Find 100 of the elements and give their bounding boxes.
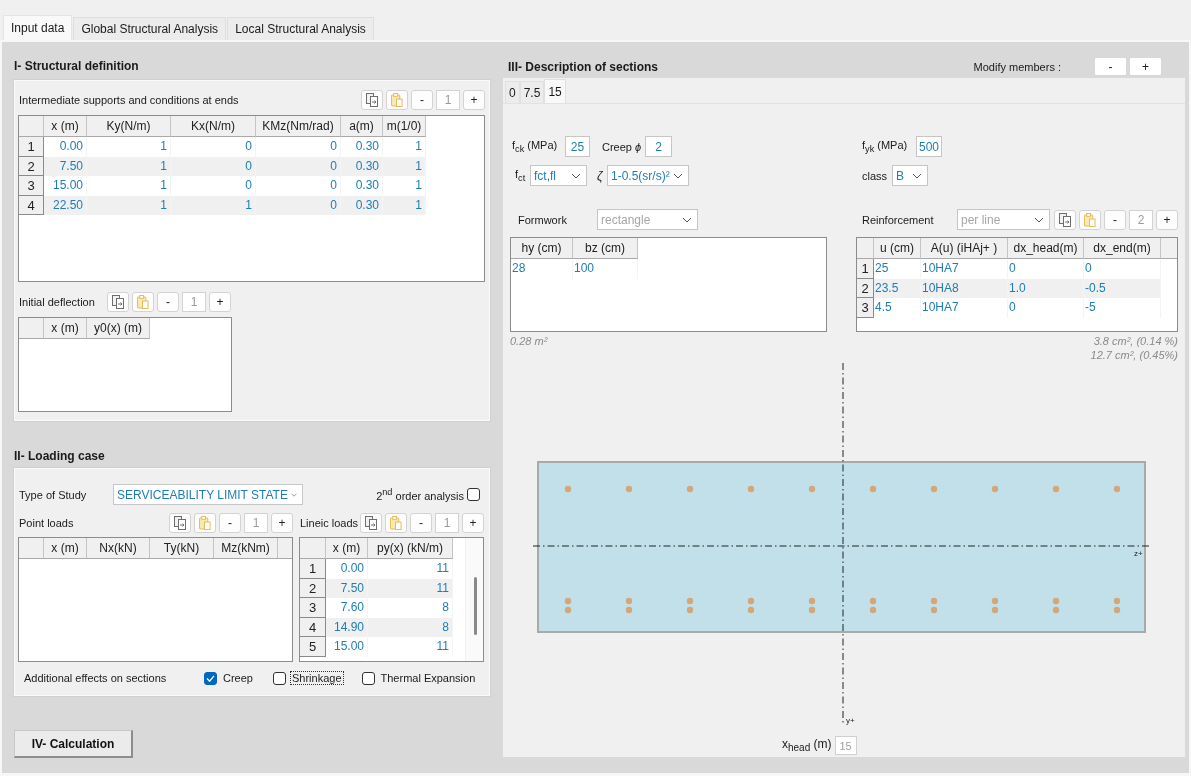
decrement-button[interactable]: -	[410, 513, 432, 533]
tab[interactable]: 0	[505, 81, 520, 103]
checkbox[interactable]	[272, 671, 286, 685]
checkbox-label: Thermal Expansion	[379, 671, 477, 685]
copy-button[interactable]	[361, 90, 383, 110]
increment-button[interactable]: +	[462, 513, 484, 533]
dropdown[interactable]: fct,fl	[530, 165, 587, 186]
checkbox[interactable]	[467, 488, 480, 501]
decrement-button[interactable]: -	[157, 292, 179, 312]
decrement-button[interactable]: -	[1104, 209, 1126, 230]
field-label: Type of Study	[18, 488, 88, 501]
copy-button[interactable]	[169, 513, 191, 533]
table-label: Intermediate supports and conditions at ends	[18, 94, 240, 106]
steel-area-note: 3.8 cm², (0.14 %)	[1093, 334, 1178, 348]
tab[interactable]: 15	[544, 79, 566, 103]
increment-button[interactable]: +	[463, 90, 485, 110]
field-label: Reinforcement	[862, 213, 935, 226]
checkbox[interactable]	[204, 671, 217, 685]
copy-button[interactable]	[1054, 209, 1076, 230]
field-label: f$_{ct}$	[514, 167, 527, 184]
clipboard-icon	[137, 295, 149, 309]
table-cell: 1.0	[1008, 278, 1084, 298]
dropdown[interactable]: B	[892, 165, 928, 186]
add-member-button[interactable]: +	[1129, 57, 1162, 76]
table-cell: 0	[256, 156, 341, 176]
check-icon	[206, 674, 215, 682]
table-cell: 25	[874, 259, 921, 279]
table-cell: 0.30	[341, 195, 383, 215]
table-cell: 23.5	[874, 278, 921, 298]
tab[interactable]: Input data	[3, 15, 73, 40]
table-corner	[19, 538, 44, 559]
row-header: 5	[300, 637, 326, 657]
column-header: bz (cm)	[573, 238, 638, 259]
input-field[interactable]: 500	[916, 136, 942, 157]
tab[interactable]: Global Structural Analysis	[73, 17, 227, 40]
table-corner	[19, 116, 44, 137]
table-cell: 4.5	[874, 298, 921, 318]
table-cell: 1	[383, 156, 426, 176]
increment-button[interactable]: +	[271, 513, 293, 533]
checkbox-label: Creep	[222, 671, 254, 685]
field-label: f$_{yk}$ (MPa)	[862, 138, 909, 155]
table-cell: 0.30	[341, 156, 383, 176]
table-cell: 10HA7	[921, 298, 1008, 318]
chevron-icon	[290, 491, 297, 498]
decrement-button[interactable]: -	[411, 90, 433, 110]
table-cell: 1	[87, 156, 171, 176]
dropdown[interactable]: SERVICEABILITY LIMIT STATE	[113, 484, 303, 505]
tab[interactable]: 7.5	[519, 81, 545, 103]
table-cell: -0.5	[1084, 278, 1161, 298]
field-label: Formwork	[517, 213, 568, 226]
steel-area-note: 12.7 cm², (0.45%)	[1090, 348, 1178, 362]
copy-button[interactable]	[360, 513, 382, 533]
input-field[interactable]: 2	[645, 136, 672, 157]
column-header: x (m)	[44, 318, 87, 339]
header-filler	[278, 538, 292, 559]
scrollbar-thumb[interactable]	[474, 577, 477, 635]
table-label: Lineic loads	[299, 517, 360, 529]
row-header: 3	[857, 298, 874, 318]
column-header: Ty(kN)	[150, 538, 214, 559]
column-header: x (m)	[326, 538, 368, 559]
copy-icon	[174, 516, 186, 530]
dropdown[interactable]: 1-0.5(sr/s)²	[607, 165, 689, 186]
field-label: Creep ϕ	[602, 140, 643, 153]
calculate-button[interactable]: IV- Calculation	[14, 730, 133, 758]
column-header: u (cm)	[874, 238, 921, 259]
axis-label: z+	[1134, 549, 1143, 558]
copy-icon	[366, 93, 378, 107]
chevron-icon	[571, 172, 581, 179]
table-cell: 22.50	[44, 195, 87, 215]
table-cell: -5	[1084, 298, 1161, 318]
table-cell: 7.50	[44, 156, 87, 176]
clipboard-icon	[390, 516, 402, 530]
column-header: Mz(kNm)	[214, 538, 278, 559]
header-filler	[1161, 238, 1177, 259]
chevron-icon	[673, 172, 683, 179]
field-label: Additional effects on sections	[23, 672, 168, 684]
field-label: class	[862, 169, 889, 182]
input-field[interactable]: 25	[565, 136, 590, 157]
clipboard-icon	[1084, 212, 1096, 227]
chevron-icon	[912, 172, 922, 179]
column-header: a(m)	[341, 116, 383, 137]
checkbox[interactable]	[361, 671, 375, 685]
copy-button[interactable]	[107, 292, 129, 312]
increment-button[interactable]: +	[1156, 209, 1178, 230]
row-header: 1	[300, 559, 326, 579]
table-cell: 14.90	[326, 617, 368, 637]
section-title: I- Structural definition	[14, 58, 140, 74]
table-corner	[300, 538, 326, 559]
row-header: 2	[300, 578, 326, 598]
row-header: 3	[19, 176, 44, 196]
decrement-button[interactable]: -	[219, 513, 241, 533]
table-corner	[857, 238, 874, 259]
remove-member-button[interactable]: -	[1094, 57, 1127, 76]
table-cell: 0	[1008, 259, 1084, 279]
copy-icon	[112, 295, 124, 309]
area-note: 0.28 m²	[510, 335, 548, 347]
table-cell: 1	[383, 195, 426, 215]
table-cell: 10HA7	[921, 259, 1008, 279]
tab[interactable]: Local Structural Analysis	[227, 17, 374, 40]
increment-button[interactable]: +	[209, 292, 231, 312]
